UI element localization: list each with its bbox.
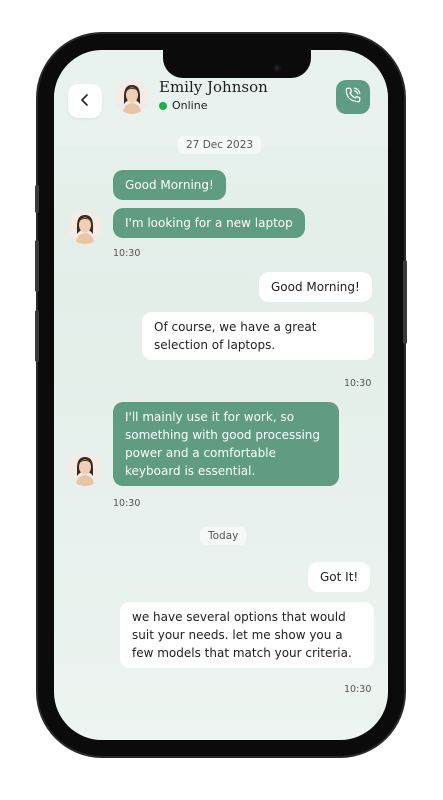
contact-avatar[interactable]	[115, 80, 149, 114]
side-button	[35, 310, 39, 362]
message-outgoing[interactable]: Of course, we have a great selection of …	[142, 312, 374, 360]
date-divider: 27 Dec 2023	[178, 136, 262, 154]
message-incoming[interactable]: I'll mainly use it for work, so somethin…	[113, 402, 339, 486]
call-button[interactable]	[336, 80, 370, 114]
sender-avatar	[68, 452, 102, 486]
message-time: 10:30	[113, 248, 141, 259]
side-button	[35, 240, 39, 292]
message-outgoing[interactable]: we have several options that would suit …	[120, 602, 374, 668]
chat-screen: Emily Johnson Online 27 Dec 2023 Good Mo…	[54, 50, 388, 740]
phone-frame: Emily Johnson Online 27 Dec 2023 Good Mo…	[38, 34, 404, 756]
online-dot-icon	[159, 101, 167, 110]
camera-icon	[273, 64, 281, 72]
back-button[interactable]	[68, 84, 102, 118]
notch	[163, 50, 311, 78]
message-time: 10:30	[344, 684, 372, 695]
online-status: Online	[159, 99, 207, 112]
phone-call-icon	[344, 86, 362, 108]
sender-avatar	[68, 210, 102, 244]
date-divider: Today	[200, 527, 247, 545]
message-outgoing[interactable]: Got It!	[308, 562, 371, 592]
side-button	[403, 260, 407, 344]
side-button	[35, 185, 39, 213]
message-time: 10:30	[344, 378, 372, 389]
message-outgoing[interactable]: Good Morning!	[259, 272, 372, 302]
status-label: Online	[172, 99, 208, 112]
chevron-left-icon	[78, 92, 92, 111]
message-time: 10:30	[113, 498, 141, 509]
message-incoming[interactable]: Good Morning!	[113, 170, 226, 200]
contact-name: Emily Johnson	[159, 78, 268, 96]
message-incoming[interactable]: I'm looking for a new laptop	[113, 208, 305, 238]
